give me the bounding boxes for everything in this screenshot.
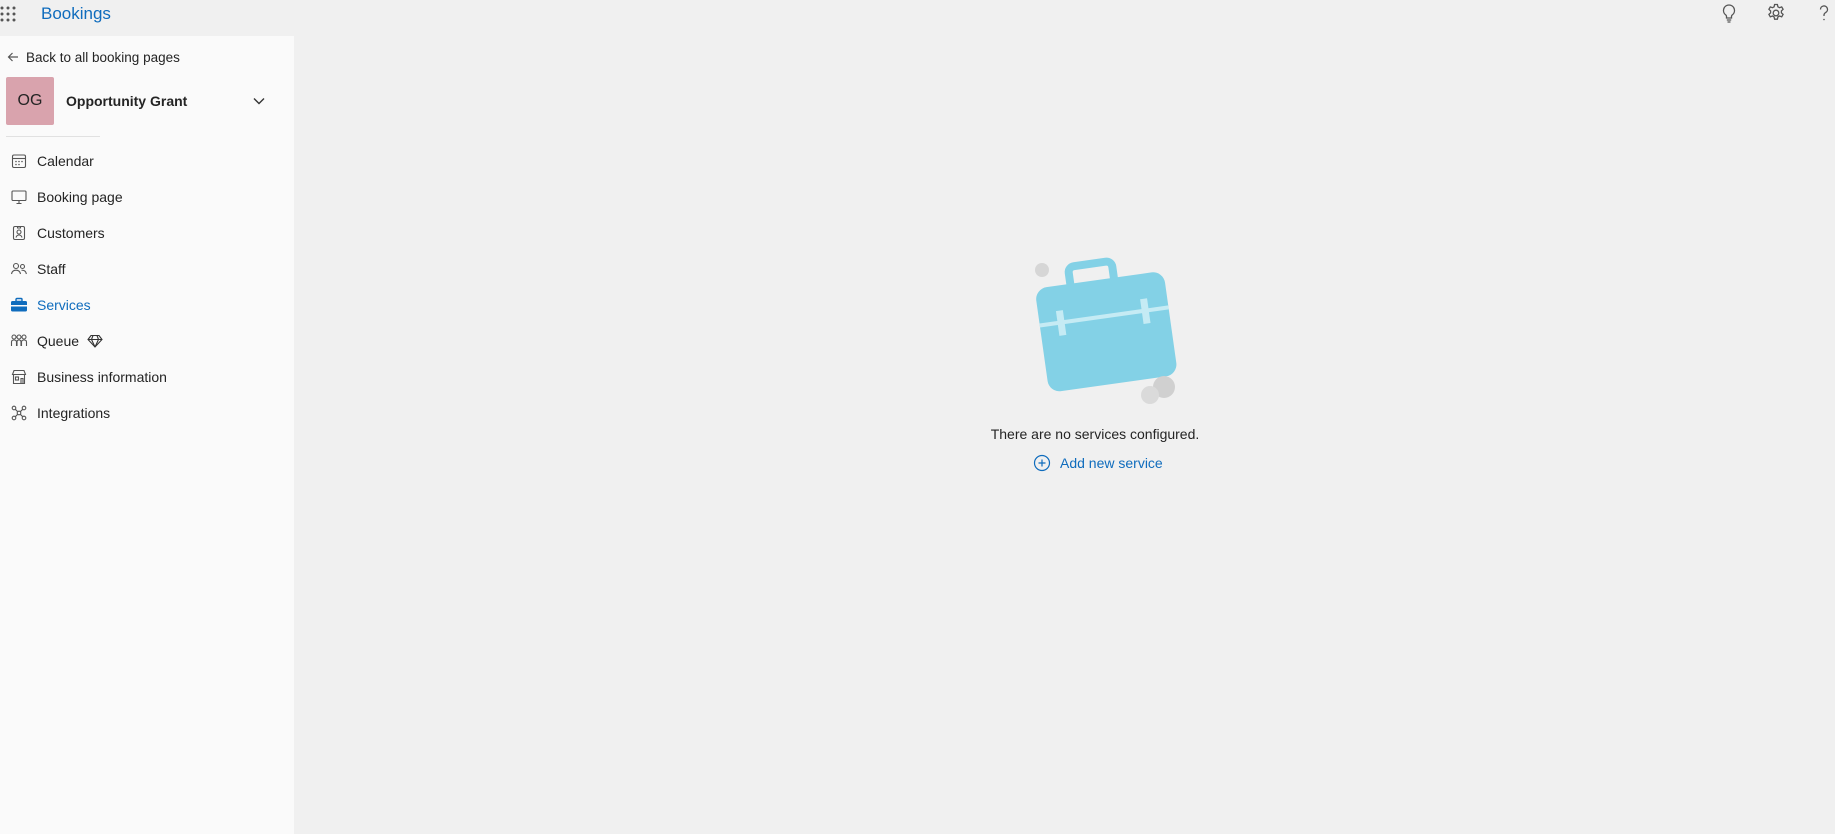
briefcase-icon: [10, 296, 28, 314]
people-icon: [10, 260, 28, 278]
sidebar-item-label: Business information: [37, 369, 167, 385]
sidebar-item-staff[interactable]: Staff: [0, 251, 294, 287]
help-icon[interactable]: [1813, 2, 1835, 24]
sidebar-item-customers[interactable]: Customers: [0, 215, 294, 251]
sidebar-item-calendar[interactable]: Calendar: [0, 143, 294, 179]
avatar: OG: [6, 77, 54, 125]
gear-icon[interactable]: [1765, 2, 1787, 24]
building-icon: [10, 368, 28, 386]
sidebar-item-business-information[interactable]: Business information: [0, 359, 294, 395]
briefcase-illustration-icon: [1021, 255, 1181, 420]
sidebar-item-label: Staff: [37, 261, 66, 277]
contact-card-icon: [10, 224, 28, 242]
sidebar-item-label: Booking page: [37, 189, 123, 205]
chevron-down-icon[interactable]: [252, 94, 266, 113]
app-launcher-icon[interactable]: [0, 3, 18, 25]
premium-diamond-icon: [87, 334, 103, 348]
add-new-service-label: Add new service: [1060, 455, 1163, 471]
sidebar-item-booking-page[interactable]: Booking page: [0, 179, 294, 215]
network-icon: [10, 404, 28, 422]
back-link-label: Back to all booking pages: [26, 49, 180, 65]
arrow-left-icon: [7, 52, 18, 62]
sidebar-item-label: Integrations: [37, 405, 111, 421]
avatar-initials: OG: [17, 92, 43, 109]
divider: [6, 136, 100, 137]
sidebar-item-services[interactable]: Services: [0, 287, 294, 323]
account-name: Opportunity Grant: [66, 93, 188, 109]
sidebar-nav: Calendar Booking page Customers Staff Se…: [0, 143, 294, 431]
account-switcher[interactable]: OG Opportunity Grant: [6, 77, 276, 125]
queue-icon: [10, 332, 28, 350]
sidebar: Back to all booking pages OG Opportunity…: [0, 36, 294, 834]
sidebar-item-integrations[interactable]: Integrations: [0, 395, 294, 431]
sidebar-item-label: Customers: [37, 225, 105, 241]
add-new-service-button[interactable]: Add new service: [1033, 454, 1163, 472]
sidebar-item-label: Calendar: [37, 153, 94, 169]
sidebar-item-label: Queue: [37, 333, 80, 349]
back-to-booking-pages-link[interactable]: Back to all booking pages: [6, 47, 180, 67]
sidebar-item-label: Services: [37, 297, 91, 313]
calendar-icon: [10, 152, 28, 170]
sidebar-item-queue[interactable]: Queue: [0, 323, 294, 359]
monitor-icon: [10, 188, 28, 206]
empty-message: There are no services configured.: [990, 426, 1200, 442]
lightbulb-icon[interactable]: [1718, 2, 1740, 24]
add-circle-icon: [1033, 454, 1051, 472]
top-bar: Bookings: [0, 0, 1835, 36]
app-title[interactable]: Bookings: [41, 4, 111, 24]
